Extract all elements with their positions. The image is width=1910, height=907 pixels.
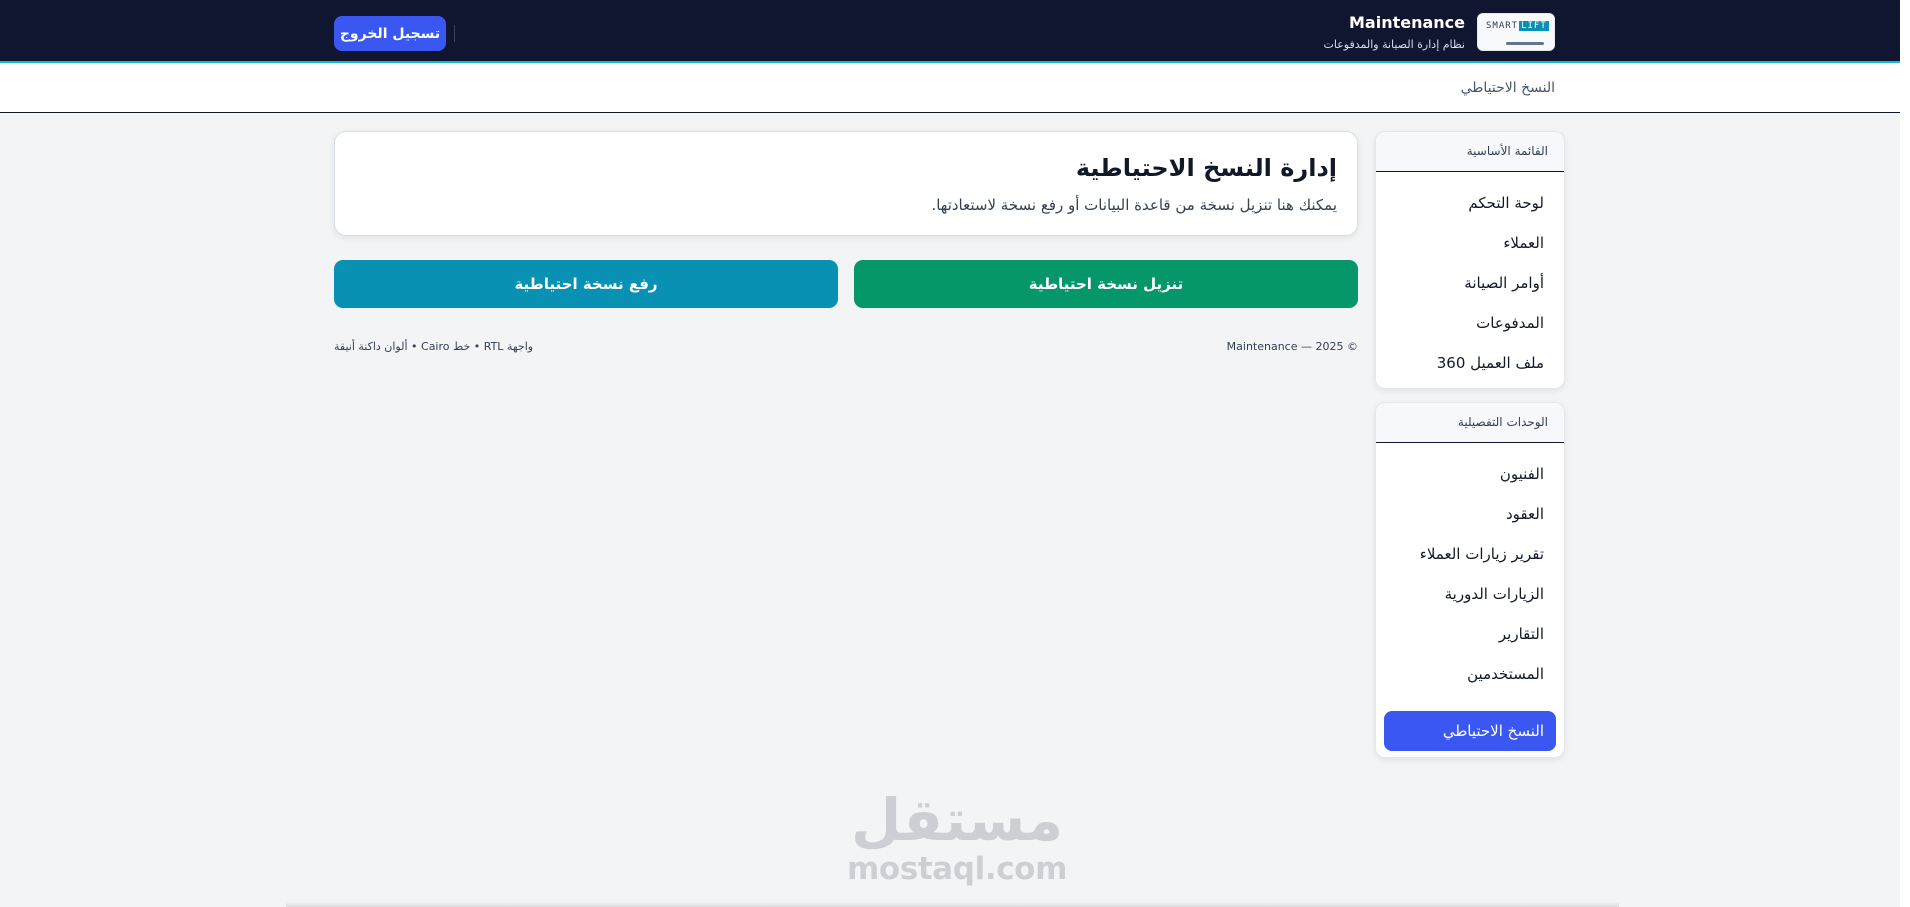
sidebar-item-maintenance-orders[interactable]: أوامر الصيانة bbox=[1384, 263, 1556, 303]
sidebar-item-customer-visits-report[interactable]: تقرير زيارات العملاء bbox=[1384, 534, 1556, 574]
backup-page: SMART LIFT Maintenance نظام إدارة الصيانة… bbox=[0, 0, 1910, 907]
app-title: Maintenance bbox=[1348, 13, 1465, 32]
sidebar-item-backup-active[interactable]: النسخ الاحتياطي bbox=[1384, 711, 1556, 751]
main-menu-card: القائمة الأساسية لوحة التحكم العملاء أوا… bbox=[1375, 131, 1565, 389]
detail-modules-card: الوحدات التفصيلية الفنيون العقود تقرير ز… bbox=[1375, 402, 1565, 758]
logo-subtext-mark bbox=[1506, 42, 1544, 45]
breadcrumb-bar: النسخ الاحتياطي bbox=[0, 63, 1900, 113]
sidebar-item-reports[interactable]: التقارير bbox=[1384, 614, 1556, 654]
detail-modules-list: الفنيون العقود تقرير زيارات العملاء الزي… bbox=[1376, 443, 1564, 751]
backup-intro-card: إدارة النسخ الاحتياطية يمكنك هنا تنزيل ن… bbox=[334, 131, 1358, 236]
sidebar-item-dashboard[interactable]: لوحة التحكم bbox=[1384, 183, 1556, 223]
top-navigation: SMART LIFT Maintenance نظام إدارة الصيانة… bbox=[0, 0, 1900, 63]
logo-lift-text: LIFT bbox=[1519, 21, 1549, 31]
logo-word: SMART LIFT bbox=[1486, 21, 1549, 31]
bottom-edge-shadow bbox=[286, 902, 1619, 907]
main-menu-list: لوحة التحكم العملاء أوامر الصيانة المدفو… bbox=[1376, 172, 1564, 383]
sidebar-item-customer-profile-360[interactable]: ملف العميل 360 bbox=[1384, 343, 1556, 383]
brand-text: Maintenance نظام إدارة الصيانة والمدفوعا… bbox=[1324, 13, 1465, 52]
watermark-latin: mostaql.com bbox=[847, 851, 1067, 887]
logout-button[interactable]: تسجيل الخروج bbox=[334, 16, 446, 51]
sidebar-item-technicians[interactable]: الفنيون bbox=[1384, 454, 1556, 494]
ui-note-text: واجهة RTL • خط Cairo • ألوان داكنة أنيقة bbox=[334, 340, 534, 353]
page-title: إدارة النسخ الاحتياطية bbox=[1075, 154, 1337, 182]
main-menu-title: القائمة الأساسية bbox=[1376, 132, 1564, 172]
sidebar-item-payments[interactable]: المدفوعات bbox=[1384, 303, 1556, 343]
download-backup-button[interactable]: تنزيل نسخة احتياطية bbox=[854, 260, 1358, 308]
copyright-text: © 2025 — Maintenance bbox=[1226, 340, 1358, 353]
watermark-arabic: مستقل bbox=[850, 786, 1064, 854]
mostaql-watermark: مستقل mostaql.com bbox=[842, 788, 1072, 888]
sidebar-item-users[interactable]: المستخدمين bbox=[1384, 654, 1556, 694]
smart-lift-logo: SMART LIFT bbox=[1477, 13, 1555, 51]
sidebar-item-periodic-visits[interactable]: الزيارات الدورية bbox=[1384, 574, 1556, 614]
page-description: يمكنك هنا تنزيل نسخة من قاعدة البيانات أ… bbox=[931, 196, 1337, 214]
sidebar-item-contracts[interactable]: العقود bbox=[1384, 494, 1556, 534]
app-subtitle: نظام إدارة الصيانة والمدفوعات bbox=[1323, 38, 1465, 51]
right-scroll-area bbox=[1900, 0, 1910, 907]
upload-backup-button[interactable]: رفع نسخة احتياطية bbox=[334, 260, 838, 308]
brand-block: SMART LIFT Maintenance نظام إدارة الصيانة… bbox=[1324, 13, 1555, 52]
logo-smart-text: SMART bbox=[1486, 21, 1519, 31]
sidebar-item-customers[interactable]: العملاء bbox=[1384, 223, 1556, 263]
breadcrumb: النسخ الاحتياطي bbox=[1460, 80, 1555, 96]
detail-modules-title: الوحدات التفصيلية bbox=[1376, 403, 1564, 443]
header-divider bbox=[454, 25, 455, 42]
